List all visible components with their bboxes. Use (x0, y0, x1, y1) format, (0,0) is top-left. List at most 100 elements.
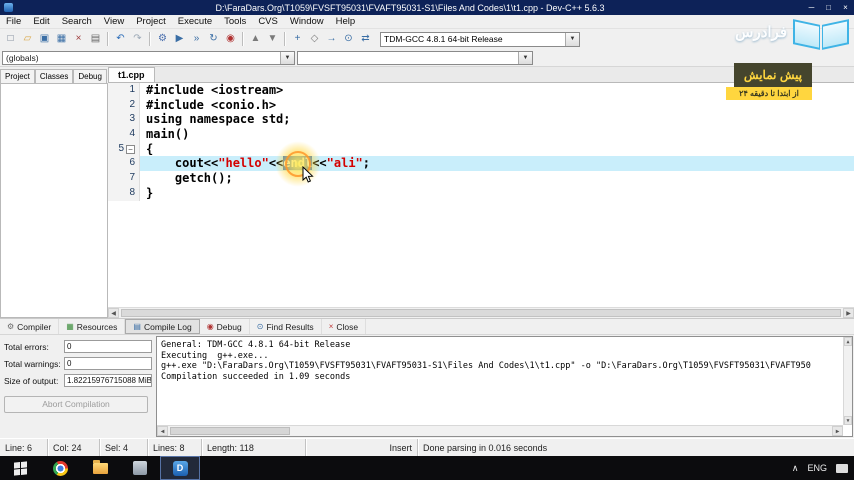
code-line-3[interactable]: 3 using namespace std; (108, 112, 854, 128)
menu-view[interactable]: View (98, 15, 130, 28)
menu-execute[interactable]: Execute (172, 15, 218, 28)
abort-compilation-button[interactable]: Abort Compilation (4, 396, 148, 413)
line-number: 3 (108, 112, 140, 128)
toggle-bookmark-button[interactable]: ◇ (306, 31, 323, 47)
editor-tab-t1cpp[interactable]: t1.cpp (108, 67, 155, 82)
tray-expand-icon[interactable]: ∧ (792, 463, 799, 474)
fold-marker-icon[interactable]: − (126, 144, 135, 154)
code-segment: getch(); (146, 171, 233, 186)
menu-cvs[interactable]: CVS (252, 15, 284, 28)
log-horizontal-scrollbar[interactable]: ◀ ▶ (157, 425, 843, 436)
globals-select[interactable]: (globals) ▼ (2, 50, 295, 65)
scroll-left-icon[interactable]: ◀ (108, 308, 119, 318)
title-bar: D:\FaraDars.Org\T1059\FVSFT95031\FVAFT95… (0, 0, 854, 15)
chevron-down-icon[interactable]: ▼ (565, 32, 579, 46)
faradars-watermark: فرادرس (735, 12, 850, 52)
compiler-profile-value: TDM-GCC 4.8.1 64-bit Release (384, 34, 503, 44)
browser-tab-classes[interactable]: Classes (34, 69, 74, 83)
browser-tab-project[interactable]: Project (0, 69, 35, 83)
taskbar-app-button[interactable] (120, 456, 160, 480)
report-tab-label: Close (336, 321, 359, 332)
language-indicator[interactable]: ENG (807, 463, 827, 473)
code-line-6[interactable]: 6 cout<<"hello"<<endl<<"ali"; (108, 156, 854, 172)
scroll-up-icon[interactable]: ▲ (844, 337, 852, 346)
insert-button[interactable]: + (289, 31, 306, 47)
menu-project[interactable]: Project (130, 15, 172, 28)
scroll-right-icon[interactable]: ▶ (832, 426, 843, 436)
log-vertical-scrollbar[interactable]: ▲ ▼ (843, 337, 852, 425)
compiler-profile-select[interactable]: TDM-GCC 4.8.1 64-bit Release ▼ (380, 31, 580, 47)
run-button[interactable]: ▶ (171, 31, 188, 47)
editor-horizontal-scrollbar[interactable]: ◀ ▶ (108, 307, 854, 318)
selected-text: endl (283, 156, 313, 171)
menu-window[interactable]: Window (284, 15, 330, 28)
replace-button[interactable]: ⇄ (357, 31, 374, 47)
report-tab-compiler[interactable]: ⚙ Compiler (0, 319, 60, 334)
menu-help[interactable]: Help (330, 15, 362, 28)
code-line-8[interactable]: 8} (108, 185, 854, 201)
scroll-left-icon[interactable]: ◀ (157, 426, 168, 436)
save-all-button[interactable]: ▦ (53, 31, 70, 47)
report-tab-find-results[interactable]: ⊙ Find Results (250, 319, 322, 334)
new-file-button[interactable]: □ (2, 31, 19, 47)
compile-button[interactable]: ⚙ (154, 31, 171, 47)
find-button[interactable]: ⊙ (340, 31, 357, 47)
status-segment: Line: 6 (0, 439, 48, 456)
compile-run-button[interactable]: » (188, 31, 205, 47)
goto-bookmark-button[interactable]: → (323, 31, 340, 47)
close-file-button[interactable]: × (70, 31, 87, 47)
devcpp-window: D:\FaraDars.Org\T1059\FVSFT95031\FVAFT95… (0, 0, 854, 480)
undo-button[interactable]: ↶ (112, 31, 129, 47)
delete-profiling-button[interactable]: ▼ (264, 31, 281, 47)
code-line-4[interactable]: 4 main() (108, 127, 854, 142)
scroll-right-icon[interactable]: ▶ (843, 308, 854, 318)
open-folder-button[interactable]: ▱ (19, 31, 36, 47)
menu-tools[interactable]: Tools (218, 15, 252, 28)
report-tab-resources[interactable]: ▦ Resources (59, 319, 126, 334)
code-editor[interactable]: 1 #include <iostream> 2 #include <conio.h> 3… (108, 83, 854, 307)
devcpp-app-icon[interactable] (4, 3, 13, 12)
keyboard-tray-icon[interactable] (836, 463, 848, 473)
taskbar-explorer-button[interactable] (80, 456, 120, 480)
members-select[interactable]: ▼ (297, 50, 533, 65)
start-button[interactable] (0, 456, 40, 480)
rebuild-button[interactable]: ↻ (205, 31, 222, 47)
code-line-7[interactable]: 7 getch(); (108, 171, 854, 186)
chevron-down-icon[interactable]: ▼ (280, 51, 294, 64)
app-icon (133, 461, 147, 475)
main-area: Project Classes Debug t1.cpp 1 #include <io… (0, 66, 854, 318)
code-line-5[interactable]: 5− { (108, 141, 854, 157)
browser-tabs: Project Classes Debug (0, 67, 108, 83)
compile-log-icon: ▤ (133, 322, 141, 331)
browser-tab-debug[interactable]: Debug (73, 69, 107, 83)
taskbar-devcpp-button[interactable]: D (160, 456, 200, 480)
debug-button[interactable]: ◉ (222, 31, 239, 47)
report-tab-close[interactable]: × Close (322, 319, 367, 334)
toolbar-separator (107, 32, 109, 46)
report-tabs: ⚙ Compiler ▦ Resources ▤ Compile Log ◉ Debug ⊙ Fi… (0, 318, 854, 334)
scrollbar-thumb[interactable] (170, 427, 290, 435)
rebuild-icon: ↻ (209, 33, 218, 44)
find-icon: ⊙ (344, 33, 353, 44)
code-segment: using namespace std; (146, 112, 291, 127)
report-tab-debug[interactable]: ◉ Debug (200, 319, 250, 334)
compiler-icon: ⚙ (7, 322, 15, 331)
report-tab-compile-log[interactable]: ▤ Compile Log (125, 319, 200, 334)
menu-file[interactable]: File (0, 15, 27, 28)
profile-button[interactable]: ▲ (247, 31, 264, 47)
redo-button[interactable]: ↷ (129, 31, 146, 47)
save-button[interactable]: ▣ (36, 31, 53, 47)
chevron-down-icon[interactable]: ▼ (518, 51, 532, 64)
taskbar-chrome-button[interactable] (40, 456, 80, 480)
scrollbar-thumb[interactable] (121, 309, 841, 317)
compile-log-output[interactable]: General: TDM-GCC 4.8.1 64-bit Release Exe… (156, 336, 853, 437)
menu-edit[interactable]: Edit (27, 15, 55, 28)
code-segment: "ali" (326, 156, 363, 171)
stat-value: 1.82215976715088 MiB (64, 374, 152, 387)
scroll-down-icon[interactable]: ▼ (844, 416, 852, 425)
print-button[interactable]: ▤ (87, 31, 104, 47)
menu-search[interactable]: Search (56, 15, 98, 28)
menu-bar: File Edit Search View Project Execute Tools CVS… (0, 15, 854, 29)
chrome-icon (52, 460, 68, 476)
project-browser-body[interactable] (0, 83, 108, 318)
